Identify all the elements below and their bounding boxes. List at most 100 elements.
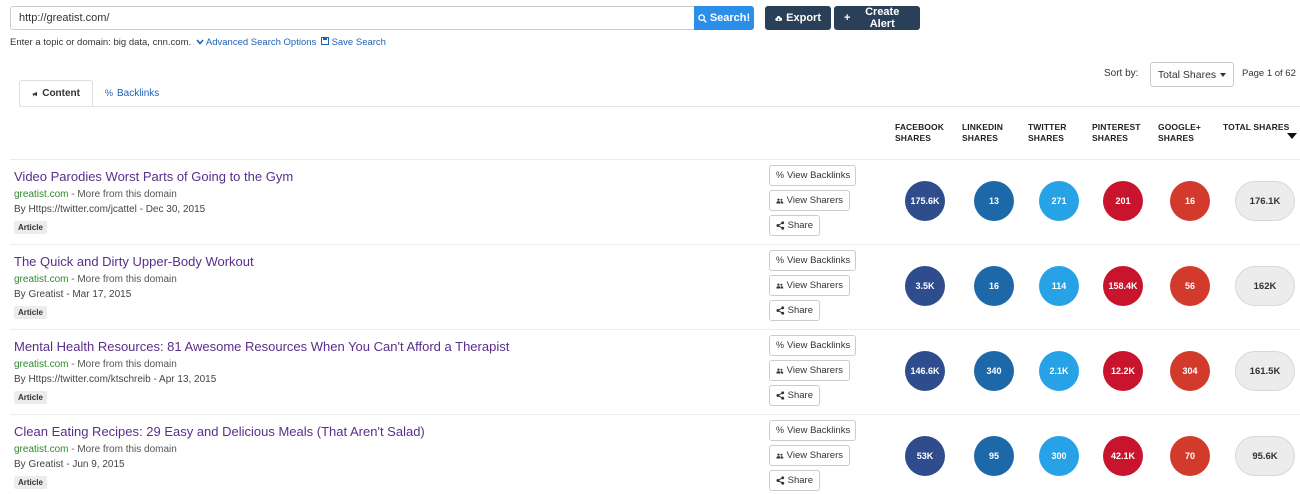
more-from-domain-link[interactable]: - More from this domain bbox=[68, 444, 177, 455]
twitter-shares[interactable]: 271 bbox=[1039, 181, 1079, 221]
result-domain-line: greatist.com - More from this domain bbox=[14, 444, 177, 455]
share-button[interactable]: Share bbox=[769, 385, 820, 406]
search-icon bbox=[698, 13, 707, 23]
share-button[interactable]: Share bbox=[769, 470, 820, 491]
view-backlinks-button[interactable]: % View Backlinks bbox=[769, 420, 856, 441]
tab-content[interactable]: Content bbox=[19, 80, 93, 107]
facebook-shares[interactable]: 53K bbox=[905, 436, 945, 476]
view-sharers-button[interactable]: View Sharers bbox=[769, 190, 850, 211]
result-title[interactable]: Clean Eating Recipes: 29 Easy and Delici… bbox=[14, 424, 425, 439]
export-label: Export bbox=[786, 12, 821, 24]
link-icon: % bbox=[776, 255, 785, 265]
link-icon: % bbox=[776, 425, 785, 435]
result-domain[interactable]: greatist.com bbox=[14, 359, 68, 370]
total-shares: 95.6K bbox=[1235, 436, 1295, 476]
view-backlinks-button[interactable]: % View Backlinks bbox=[769, 335, 856, 356]
view-sharers-button[interactable]: View Sharers bbox=[769, 275, 850, 296]
column-header-twitter-line2: SHARES bbox=[1028, 133, 1065, 143]
view-backlinks-button[interactable]: % View Backlinks bbox=[769, 165, 856, 186]
floppy-disk-icon bbox=[320, 37, 329, 45]
share-label: Share bbox=[787, 475, 813, 486]
view-sharers-label: View Sharers bbox=[786, 280, 843, 291]
facebook-shares[interactable]: 3.5K bbox=[905, 266, 945, 306]
facebook-shares[interactable]: 146.6K bbox=[905, 351, 945, 391]
view-backlinks-label: View Backlinks bbox=[787, 340, 851, 351]
result-title[interactable]: The Quick and Dirty Upper-Body Workout bbox=[14, 254, 254, 269]
result-author: By Greatist - Jun 9, 2015 bbox=[14, 459, 125, 470]
megaphone-icon bbox=[32, 91, 37, 96]
column-header-pinterest[interactable]: PINTEREST SHARES bbox=[1092, 122, 1141, 144]
tab-backlinks-label: Backlinks bbox=[117, 88, 160, 99]
google-shares[interactable]: 56 bbox=[1170, 266, 1210, 306]
search-button[interactable]: Search! bbox=[694, 6, 754, 30]
content-type-badge: Article bbox=[14, 476, 47, 489]
share-label: Share bbox=[787, 305, 813, 316]
total-shares: 176.1K bbox=[1235, 181, 1295, 221]
cloud-download-icon bbox=[775, 15, 783, 21]
sort-selected: Total Shares bbox=[1157, 68, 1217, 81]
search-bar: Search! Export + Create Alert bbox=[10, 6, 920, 30]
share-label: Share bbox=[787, 390, 813, 401]
twitter-shares[interactable]: 300 bbox=[1039, 436, 1079, 476]
caret-down-icon bbox=[1220, 72, 1227, 77]
column-header-total[interactable]: TOTAL SHARES bbox=[1223, 122, 1289, 133]
result-domain[interactable]: greatist.com bbox=[14, 444, 68, 455]
twitter-shares[interactable]: 2.1K bbox=[1039, 351, 1079, 391]
linkedin-shares[interactable]: 13 bbox=[974, 181, 1014, 221]
share-icon bbox=[776, 476, 785, 485]
linkedin-shares[interactable]: 340 bbox=[974, 351, 1014, 391]
pinterest-shares[interactable]: 12.2K bbox=[1103, 351, 1143, 391]
save-search-link[interactable]: Save Search bbox=[319, 37, 386, 48]
result-title[interactable]: Mental Health Resources: 81 Awesome Reso… bbox=[14, 339, 509, 354]
share-button[interactable]: Share bbox=[769, 215, 820, 236]
share-label: Share bbox=[787, 220, 813, 231]
search-hint-text: Enter a topic or domain: big data, cnn.c… bbox=[10, 37, 192, 48]
pinterest-shares[interactable]: 42.1K bbox=[1103, 436, 1143, 476]
tab-backlinks[interactable]: % Backlinks bbox=[93, 80, 171, 107]
facebook-shares[interactable]: 175.6K bbox=[905, 181, 945, 221]
google-shares[interactable]: 16 bbox=[1170, 181, 1210, 221]
share-icon bbox=[776, 306, 785, 315]
google-shares[interactable]: 304 bbox=[1170, 351, 1210, 391]
column-header-linkedin[interactable]: LINKEDIN SHARES bbox=[962, 122, 1003, 144]
view-backlinks-label: View Backlinks bbox=[787, 170, 851, 181]
result-domain[interactable]: greatist.com bbox=[14, 189, 68, 200]
view-sharers-button[interactable]: View Sharers bbox=[769, 360, 850, 381]
advanced-search-label: Advanced Search Options bbox=[205, 37, 317, 48]
sort-desc-arrow-icon[interactable] bbox=[1287, 133, 1297, 139]
column-header-twitter-line1: TWITTER bbox=[1028, 122, 1067, 132]
google-shares[interactable]: 70 bbox=[1170, 436, 1210, 476]
share-button[interactable]: Share bbox=[769, 300, 820, 321]
result-row: Video Parodies Worst Parts of Going to t… bbox=[0, 159, 1300, 244]
total-shares: 161.5K bbox=[1235, 351, 1295, 391]
linkedin-shares[interactable]: 95 bbox=[974, 436, 1014, 476]
column-header-twitter[interactable]: TWITTER SHARES bbox=[1028, 122, 1066, 144]
more-from-domain-link[interactable]: - More from this domain bbox=[68, 359, 177, 370]
users-icon bbox=[776, 282, 784, 288]
view-sharers-button[interactable]: View Sharers bbox=[769, 445, 850, 466]
view-sharers-label: View Sharers bbox=[786, 195, 843, 206]
users-icon bbox=[776, 197, 784, 203]
column-header-google[interactable]: GOOGLE+ SHARES bbox=[1158, 122, 1201, 144]
result-title[interactable]: Video Parodies Worst Parts of Going to t… bbox=[14, 169, 293, 184]
column-header-google-line1: GOOGLE+ bbox=[1158, 122, 1201, 132]
page-info: Page 1 of 62 bbox=[1242, 68, 1296, 79]
pinterest-shares[interactable]: 158.4K bbox=[1103, 266, 1143, 306]
create-alert-button[interactable]: + Create Alert bbox=[834, 6, 920, 30]
twitter-shares[interactable]: 114 bbox=[1039, 266, 1079, 306]
more-from-domain-link[interactable]: - More from this domain bbox=[68, 189, 177, 200]
view-sharers-label: View Sharers bbox=[786, 365, 843, 376]
column-header-facebook[interactable]: FACEBOOK SHARES bbox=[895, 122, 944, 144]
pinterest-shares[interactable]: 201 bbox=[1103, 181, 1143, 221]
more-from-domain-link[interactable]: - More from this domain bbox=[68, 274, 177, 285]
users-icon bbox=[776, 367, 784, 373]
result-domain[interactable]: greatist.com bbox=[14, 274, 68, 285]
advanced-search-link[interactable]: Advanced Search Options bbox=[194, 37, 319, 48]
export-button[interactable]: Export bbox=[765, 6, 831, 30]
tabs: Content % Backlinks bbox=[19, 80, 171, 107]
search-input[interactable] bbox=[10, 6, 694, 30]
linkedin-shares[interactable]: 16 bbox=[974, 266, 1014, 306]
view-backlinks-label: View Backlinks bbox=[787, 425, 851, 436]
view-backlinks-button[interactable]: % View Backlinks bbox=[769, 250, 856, 271]
sort-dropdown[interactable]: Total Shares bbox=[1150, 62, 1234, 87]
